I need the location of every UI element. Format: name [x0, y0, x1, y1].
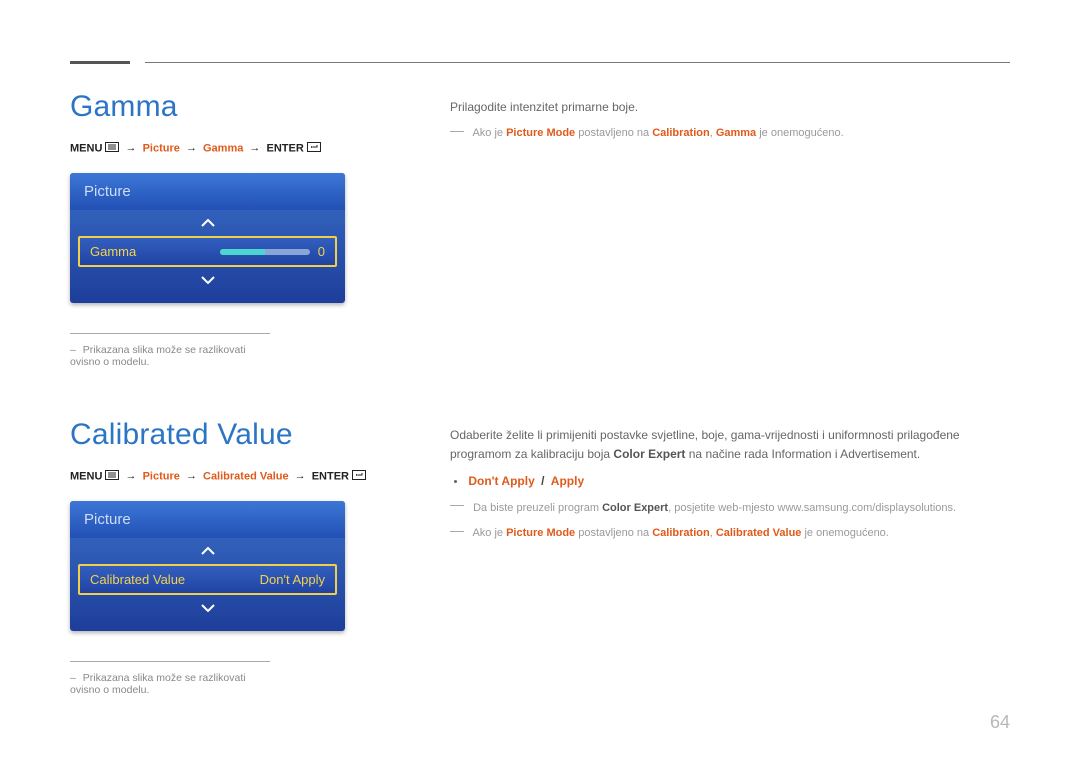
gamma-breadcrumb: MENU → Picture → Gamma → ENTER: [70, 142, 390, 155]
section-gamma: Gamma MENU → Picture → Gamma → ENTER Pic…: [70, 90, 1010, 368]
gamma-note: Ako je Picture Mode postavljeno na Calib…: [450, 125, 1010, 143]
calibrated-left-column: Calibrated Value MENU → Picture → Calibr…: [70, 418, 390, 696]
menu-icon: [105, 470, 119, 483]
gamma-slider[interactable]: [220, 249, 310, 255]
calibrated-breadcrumb: MENU → Picture → Calibrated Value → ENTE…: [70, 470, 390, 483]
arrow-icon: →: [183, 470, 200, 482]
osd-arrow-down[interactable]: [70, 595, 345, 621]
calibrated-note-2: Ako je Picture Mode postavljeno na Calib…: [450, 525, 1010, 543]
osd-header: Picture: [70, 173, 345, 210]
calibrated-title: Calibrated Value: [70, 418, 390, 452]
chevron-down-icon: [201, 604, 215, 612]
gamma-disclaimer: – Prikazana slika može se razlikovati ov…: [70, 333, 270, 368]
calibrated-description: Odaberite želite li primijeniti postavke…: [450, 418, 1010, 551]
breadcrumb-enter: ENTER: [266, 142, 303, 154]
dash-icon: –: [70, 344, 80, 356]
arrow-icon: →: [183, 142, 200, 154]
calibrated-note-1: Da biste preuzeli program Color Expert, …: [450, 500, 1010, 518]
osd-arrow-up[interactable]: [70, 210, 345, 236]
dash-icon: –: [70, 672, 80, 684]
gamma-slider-fill: [220, 249, 265, 255]
osd-row-label: Calibrated Value: [90, 572, 185, 587]
section-calibrated: Calibrated Value MENU → Picture → Calibr…: [70, 418, 1010, 696]
gamma-intro-text: Prilagodite intenzitet primarne boje.: [450, 98, 1010, 117]
osd-row-gamma[interactable]: Gamma 0: [78, 236, 337, 267]
arrow-icon: →: [292, 470, 309, 482]
note-dash-icon: [450, 505, 464, 506]
note-dash-icon: [450, 131, 464, 132]
osd-arrow-down[interactable]: [70, 267, 345, 293]
osd-row-value: Don't Apply: [260, 572, 325, 587]
breadcrumb-picture: Picture: [143, 142, 180, 154]
breadcrumb-picture: Picture: [143, 470, 180, 482]
disclaimer-text: Prikazana slika može se razlikovati ovis…: [70, 344, 246, 368]
osd-row-value: 0: [318, 244, 325, 259]
top-rule-thick: [70, 61, 130, 64]
arrow-icon: →: [123, 142, 140, 154]
breadcrumb-calibrated: Calibrated Value: [203, 470, 289, 482]
gamma-description: Prilagodite intenzitet primarne boje. Ak…: [450, 90, 1010, 151]
osd-header: Picture: [70, 501, 345, 538]
page-number: 64: [990, 712, 1010, 733]
top-rule-thin: [145, 62, 1010, 63]
osd-row-label: Gamma: [90, 244, 136, 259]
osd-arrow-up[interactable]: [70, 538, 345, 564]
calibrated-disclaimer: – Prikazana slika može se razlikovati ov…: [70, 661, 270, 696]
calibrated-osd: Picture Calibrated Value Don't Apply: [70, 501, 345, 631]
disclaimer-text: Prikazana slika može se razlikovati ovis…: [70, 672, 246, 696]
calibrated-options: Don't Apply / Apply: [450, 472, 1010, 491]
chevron-down-icon: [201, 276, 215, 284]
osd-row-calibrated[interactable]: Calibrated Value Don't Apply: [78, 564, 337, 595]
arrow-icon: →: [246, 142, 263, 154]
option-dont-apply: Don't Apply: [468, 474, 534, 488]
chevron-up-icon: [201, 547, 215, 555]
gamma-osd: Picture Gamma 0: [70, 173, 345, 303]
gamma-title: Gamma: [70, 90, 390, 124]
top-rule: [70, 62, 1010, 64]
chevron-up-icon: [201, 219, 215, 227]
arrow-icon: →: [123, 470, 140, 482]
breadcrumb-menu: MENU: [70, 142, 102, 154]
bullet-icon: [454, 480, 457, 483]
enter-icon: [307, 142, 321, 155]
menu-icon: [105, 142, 119, 155]
breadcrumb-gamma: Gamma: [203, 142, 243, 154]
gamma-left-column: Gamma MENU → Picture → Gamma → ENTER Pic…: [70, 90, 390, 368]
enter-icon: [352, 470, 366, 483]
option-apply: Apply: [551, 474, 584, 488]
calibrated-intro-text: Odaberite želite li primijeniti postavke…: [450, 426, 1010, 464]
breadcrumb-menu: MENU: [70, 470, 102, 482]
slash-separator: /: [538, 474, 547, 488]
note-dash-icon: [450, 531, 464, 532]
breadcrumb-enter: ENTER: [312, 470, 349, 482]
